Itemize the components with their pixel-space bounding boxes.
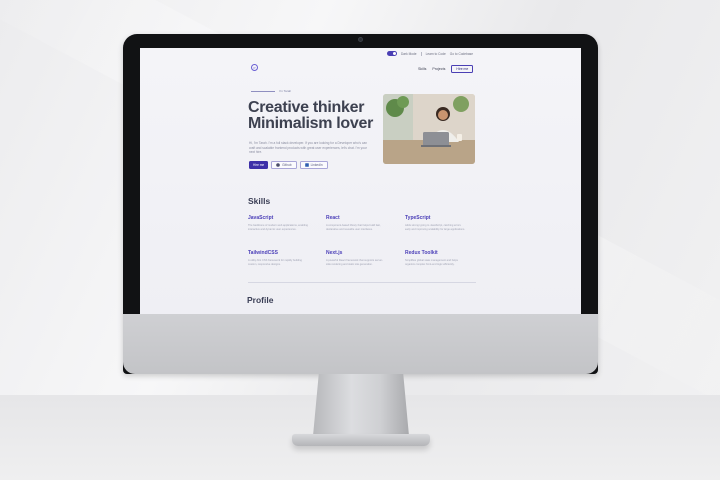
skill-card: React A component-based library that hel… (326, 215, 386, 231)
hero-eyebrow: I'm Tarah (251, 89, 291, 93)
skill-name: TypeScript (405, 215, 431, 221)
nav-item-skills[interactable]: Skills (418, 67, 426, 71)
skill-description: Adds strong typing to JavaScript, catchi… (405, 224, 465, 231)
hire-me-nav-button[interactable]: Hire me (451, 65, 474, 73)
github-button[interactable]: Github (271, 161, 297, 169)
camera-icon (358, 37, 363, 42)
skill-card: Next.js A powerful React framework that … (326, 250, 386, 266)
learn-to-code-link[interactable]: Learn to Code (426, 52, 446, 56)
skill-name: Next.js (326, 250, 343, 256)
dark-mode-toggle[interactable] (386, 51, 397, 56)
top-utility-bar: Dark Mode Learn to Code Go to Codebase (386, 51, 473, 56)
logo-letter: P (253, 65, 256, 70)
hero-photo (383, 94, 475, 164)
hero-buttons: Hire me Github LinkedIn (249, 161, 328, 169)
section-divider (248, 282, 476, 283)
skill-description: A powerful React framework that supports… (326, 259, 383, 266)
monitor-stand-base (292, 434, 430, 446)
skill-name: TailwindCSS (248, 250, 278, 256)
skill-card: Redux Toolkit Simplifies global state ma… (405, 250, 465, 266)
linkedin-button[interactable]: LinkedIn (299, 161, 328, 169)
main-nav: Skills Projects Hire me (418, 65, 474, 73)
eyebrow-line (251, 90, 275, 92)
skill-description: Simplifies global state management and h… (405, 259, 458, 266)
skill-name: React (326, 215, 340, 221)
linkedin-label: LinkedIn (310, 163, 323, 167)
eyebrow-text: I'm Tarah (279, 89, 292, 93)
hire-me-button[interactable]: Hire me (249, 161, 269, 169)
skill-description: The backbone of modern web applications,… (248, 224, 308, 231)
github-label: Github (282, 163, 292, 167)
site-logo[interactable]: P (251, 64, 258, 71)
dark-mode-label: Dark Mode (400, 51, 417, 56)
monitor-chin (123, 314, 598, 374)
skills-title: Skills (248, 196, 271, 206)
monitor-stand (313, 374, 409, 436)
hire-me-label: Hire me (253, 163, 265, 167)
screen: Dark Mode Learn to Code Go to Codebase P… (140, 48, 581, 314)
skill-card: TypeScript Adds strong typing to JavaScr… (405, 215, 465, 231)
go-to-codebase-link[interactable]: Go to Codebase (450, 52, 473, 56)
headline-line-1: Creative thinker (248, 99, 365, 116)
skill-name: JavaScript (248, 215, 274, 221)
hero-headline: Creative thinker Minimalism lover (248, 100, 388, 132)
skill-description: A utility-first CSS framework for rapidl… (248, 259, 302, 266)
profile-title: Profile (247, 295, 274, 305)
skill-card: JavaScript The backbone of modern web ap… (248, 215, 308, 231)
skill-description: A component-based library that helps bui… (326, 224, 381, 231)
linkedin-icon (304, 163, 309, 167)
skill-name: Redux Toolkit (405, 250, 438, 256)
github-icon (276, 163, 280, 167)
hero-intro: Hi, I'm Tarah. I'm a full stack develope… (249, 141, 367, 155)
divider (420, 51, 422, 56)
skill-card: TailwindCSS A utility-first CSS framewor… (248, 250, 308, 266)
headline-line-2: Minimalism lover (248, 115, 374, 132)
portrait-illustration (383, 94, 475, 164)
nav-item-projects[interactable]: Projects (432, 67, 445, 71)
